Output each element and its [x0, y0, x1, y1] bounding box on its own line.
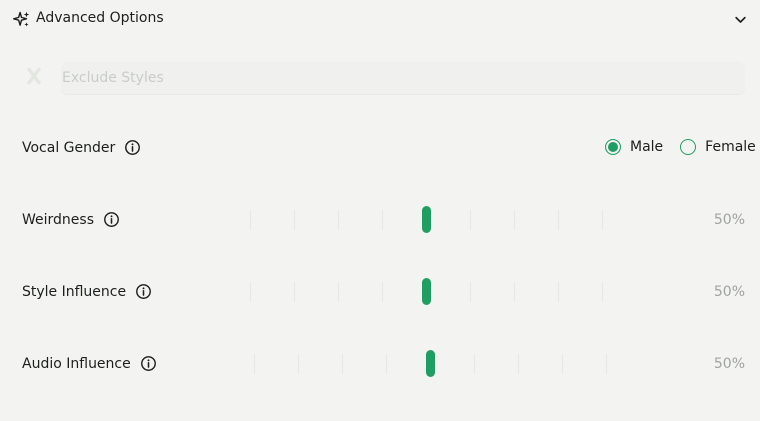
audio-influence-row: Audio Influence 50%: [0, 346, 760, 382]
radio-female-indicator[interactable]: [680, 139, 697, 155]
weirdness-label: Weirdness: [22, 211, 94, 228]
slider-tick: [386, 354, 387, 374]
slider-tick: [474, 354, 475, 374]
slider-tick: [514, 210, 515, 230]
radio-female-label: Female: [705, 139, 756, 155]
audio-influence-slider[interactable]: [252, 350, 607, 378]
slider-thumb[interactable]: [422, 206, 431, 233]
slider-tick: [294, 210, 295, 230]
vocal-gender-radio-group: Male Female: [605, 139, 756, 155]
exclude-icon[interactable]: [24, 66, 44, 86]
style-influence-value: 50%: [713, 284, 745, 300]
slider-tick: [470, 282, 471, 302]
exclude-styles-input[interactable]: [61, 62, 745, 94]
audio-influence-label: Audio Influence: [22, 355, 131, 372]
slider-tick: [342, 354, 343, 374]
slider-tick: [250, 282, 251, 302]
slider-tick: [254, 354, 255, 374]
slider-tick: [602, 210, 603, 230]
slider-thumb[interactable]: [422, 278, 431, 305]
slider-tick: [250, 210, 251, 230]
slider-tick: [558, 282, 559, 302]
vocal-gender-row: Vocal Gender Male Female: [0, 130, 760, 166]
slider-tick: [562, 354, 563, 374]
info-icon[interactable]: [135, 283, 152, 300]
slider-tick: [294, 282, 295, 302]
slider-tick: [558, 210, 559, 230]
slider-tick: [602, 282, 603, 302]
slider-tick: [338, 282, 339, 302]
radio-male[interactable]: Male: [605, 139, 663, 155]
weirdness-label-group: Weirdness: [22, 211, 120, 228]
sparkle-icon: [13, 11, 30, 27]
audio-influence-label-group: Audio Influence: [22, 355, 157, 372]
info-icon[interactable]: [103, 211, 120, 228]
radio-female[interactable]: Female: [680, 139, 756, 155]
slider-tick: [518, 354, 519, 374]
info-icon[interactable]: [124, 139, 141, 156]
style-influence-label-group: Style Influence: [22, 283, 152, 300]
slider-tick: [514, 282, 515, 302]
style-influence-row: Style Influence 50%: [0, 274, 760, 310]
audio-influence-value: 50%: [713, 356, 745, 372]
vocal-gender-label-group: Vocal Gender: [22, 139, 141, 156]
advanced-options-header[interactable]: Advanced Options: [0, 0, 760, 38]
slider-tick: [338, 210, 339, 230]
slider-tick: [382, 282, 383, 302]
vocal-gender-label: Vocal Gender: [22, 139, 116, 156]
radio-male-indicator[interactable]: [605, 139, 621, 155]
style-influence-label: Style Influence: [22, 283, 127, 300]
exclude-styles-row: [0, 56, 760, 98]
weirdness-value: 50%: [713, 212, 745, 228]
slider-tick: [606, 354, 607, 374]
info-icon[interactable]: [140, 355, 157, 372]
style-influence-slider[interactable]: [248, 278, 603, 306]
advanced-options-title: Advanced Options: [36, 10, 164, 26]
slider-tick: [382, 210, 383, 230]
slider-tick: [470, 210, 471, 230]
slider-thumb[interactable]: [426, 350, 435, 377]
radio-male-label: Male: [630, 139, 664, 155]
slider-tick: [298, 354, 299, 374]
chevron-down-icon[interactable]: [733, 12, 748, 27]
weirdness-row: Weirdness 50%: [0, 202, 760, 238]
weirdness-slider[interactable]: [248, 206, 603, 234]
